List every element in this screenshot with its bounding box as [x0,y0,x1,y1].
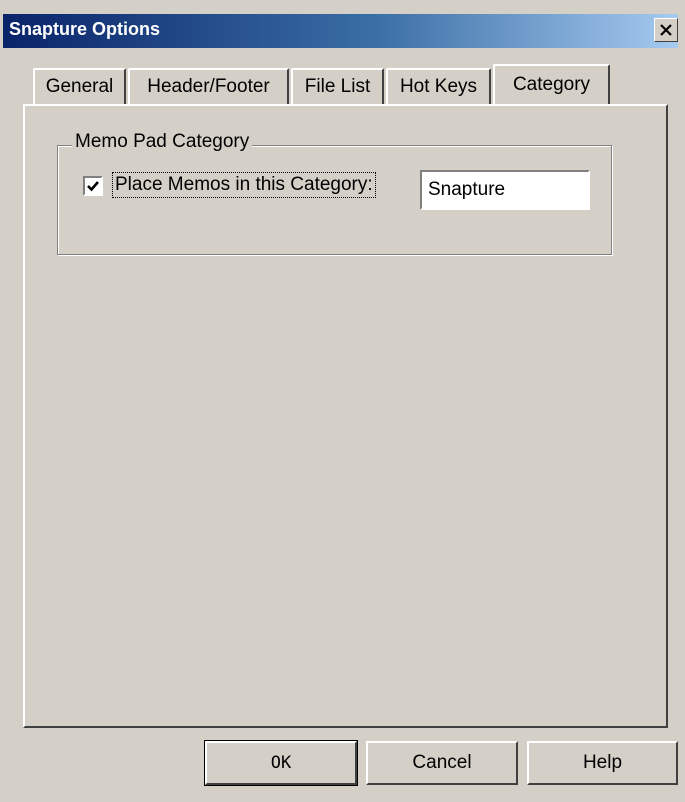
place-memos-label[interactable]: Place Memos in this Category: [112,172,376,198]
close-icon [660,24,672,36]
ok-button[interactable]: OK [204,740,358,786]
help-button[interactable]: Help [527,741,678,785]
tab-general[interactable]: General [33,68,126,104]
tab-category[interactable]: Category [493,64,610,104]
group-title: Memo Pad Category [72,131,253,153]
checkmark-icon [87,181,99,192]
window-title: Snapture Options [9,19,161,39]
tab-file-list[interactable]: File List [291,68,384,104]
ok-button-label: OK [270,753,292,773]
place-memos-checkbox[interactable] [83,176,103,196]
tab-header-footer[interactable]: Header/Footer [128,68,289,104]
title-bar[interactable]: Snapture Options [3,14,678,48]
close-button[interactable] [654,18,678,42]
category-tab-panel: Memo Pad Category Place Memos in this Ca… [23,104,668,728]
memo-pad-category-group: Memo Pad Category Place Memos in this Ca… [57,131,612,255]
cancel-button[interactable]: Cancel [366,741,518,785]
tab-hot-keys[interactable]: Hot Keys [386,68,491,104]
options-dialog: Snapture Options General Header/Footer F… [0,0,685,802]
category-name-input[interactable] [420,170,590,210]
